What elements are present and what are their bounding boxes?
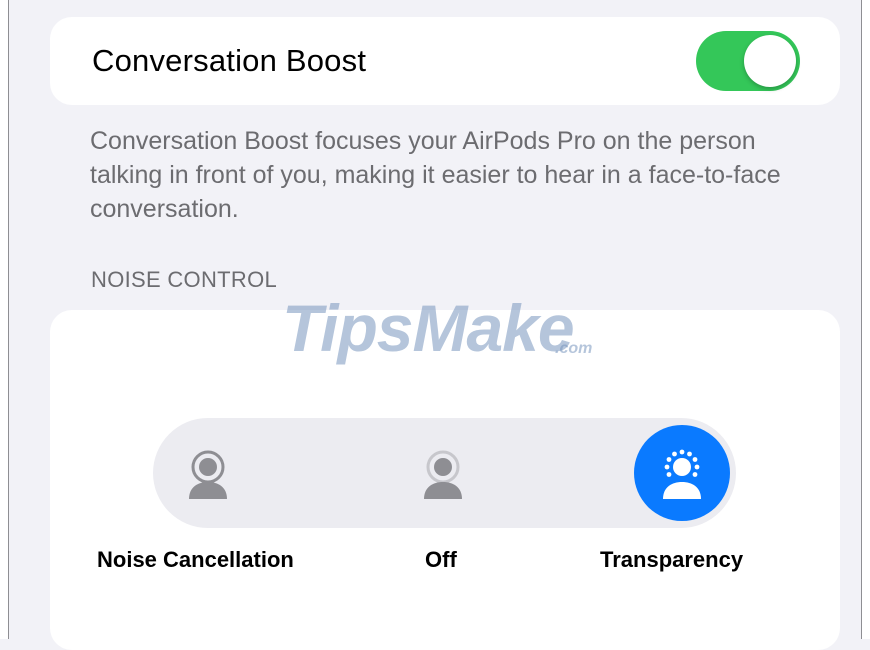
window-frame-right [861,0,870,639]
noise-cancellation-label: Noise Cancellation [97,547,294,572]
conversation-boost-row: Conversation Boost [50,17,840,105]
noise-control-header: NOISE CONTROL [91,267,278,292]
toggle-knob [744,35,796,87]
off-icon [424,450,462,499]
watermark-suffix: .com [555,340,593,357]
transparency-button[interactable] [634,425,730,521]
conversation-boost-toggle[interactable] [696,31,800,91]
transparency-label: Transparency [600,547,744,572]
window-frame-left [0,0,9,639]
transparency-icon [663,449,701,499]
noise-cancellation-button[interactable] [153,418,263,528]
off-label: Off [425,547,457,572]
noise-cancellation-icon [189,450,227,499]
watermark-logo: TipsMake [282,291,575,365]
off-button[interactable] [388,418,498,528]
conversation-boost-description: Conversation Boost focuses your AirPods … [90,127,781,223]
conversation-boost-label: Conversation Boost [92,43,367,78]
